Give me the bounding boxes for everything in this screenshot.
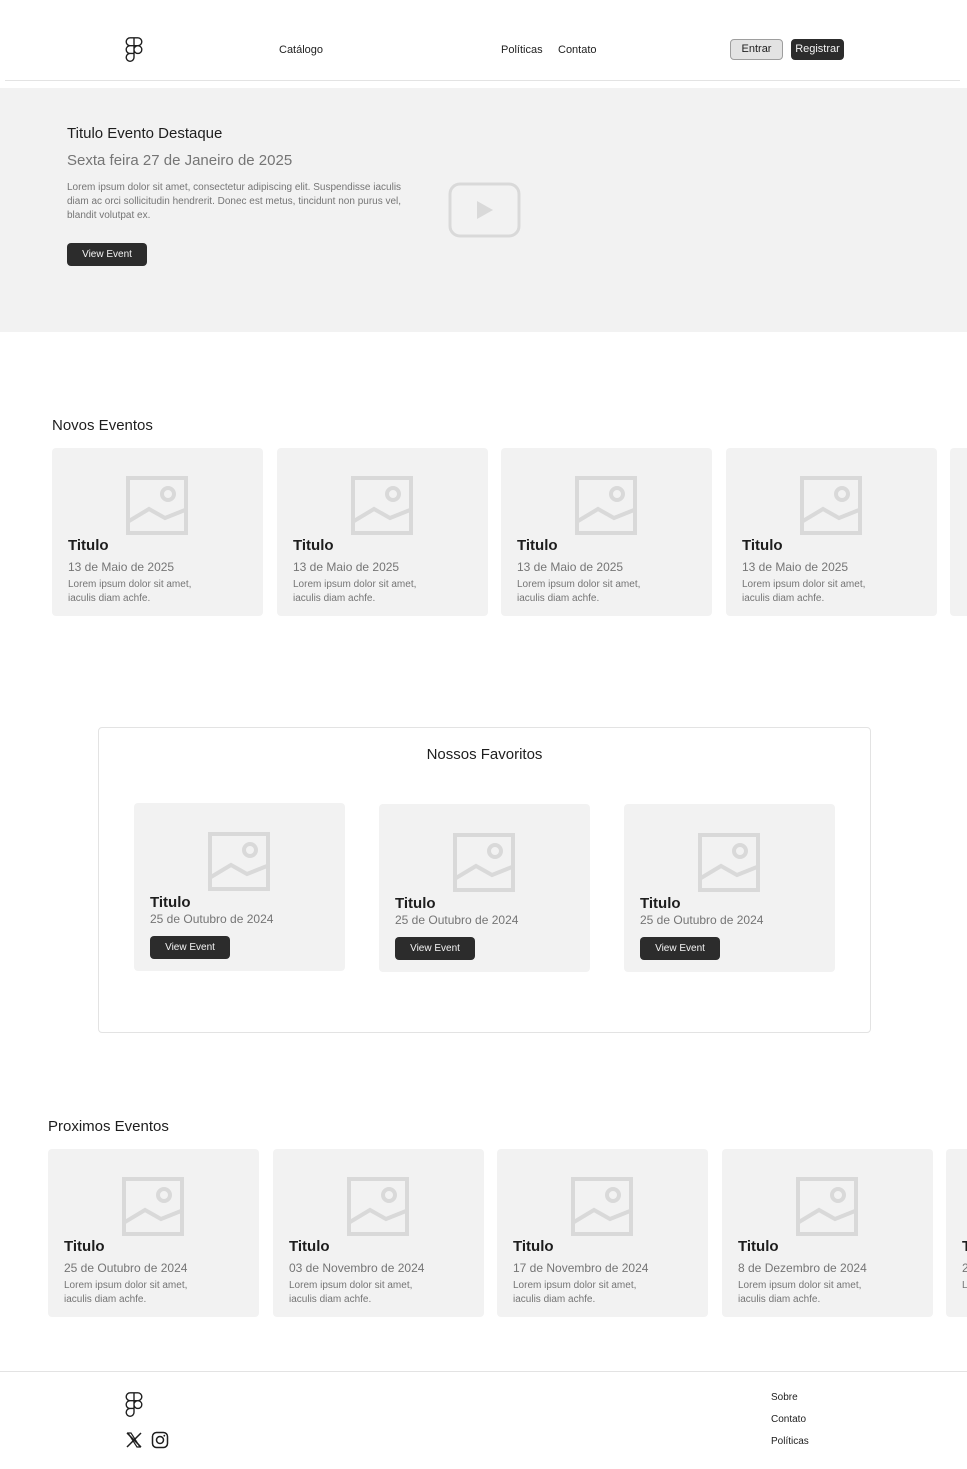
card-date: 13 de Maio de 2025 (517, 560, 624, 574)
card-title: Titulo (640, 895, 681, 912)
entrar-button[interactable]: Entrar (730, 39, 783, 60)
card-title: Titulo (738, 1238, 779, 1255)
favorite-card[interactable]: Titulo 25 de Outubro de 2024 View Event (624, 804, 835, 972)
card-description: Lorem ipsum dolor sit amet, iaculis diam… (513, 1280, 637, 1305)
card-date: 13 de Maio de 2025 (742, 560, 849, 574)
instagram-icon[interactable] (151, 1431, 169, 1449)
event-card-partial[interactable] (950, 448, 967, 616)
nav-politicas-link[interactable]: Políticas (501, 43, 543, 57)
novos-eventos-title: Novos Eventos (52, 417, 153, 434)
card-date: 13 de Maio de 2025 (68, 560, 175, 574)
figma-logo-icon[interactable] (124, 37, 144, 63)
card-title: Titulo (289, 1238, 330, 1255)
footer-link-sobre[interactable]: Sobre (771, 1392, 798, 1403)
card-title: Titulo (68, 537, 109, 554)
event-card[interactable]: Titulo 03 de Novembro de 2024 Lorem ipsu… (273, 1149, 484, 1317)
image-placeholder-icon (347, 1177, 409, 1236)
card-description: Lorem ipsum dolor sit amet, iaculis diam… (742, 579, 866, 604)
footer-link-contato[interactable]: Contato (771, 1414, 806, 1425)
card-title: Titulo (395, 895, 436, 912)
card-date: 25 de Outubro de 2024 (395, 913, 519, 927)
card-title: Titulo (513, 1238, 554, 1255)
card-date: 03 de Novembro de 2024 (289, 1261, 425, 1275)
card-description: Lorem ipsum dolor sit amet, iaculis diam… (289, 1280, 413, 1305)
card-description: Lorem ipsum dolor sit amet, iaculis diam… (68, 579, 192, 604)
event-card-partial[interactable]: T 2 L i (946, 1149, 967, 1317)
proximos-eventos-title: Proximos Eventos (48, 1118, 169, 1135)
card-title: Titulo (64, 1238, 105, 1255)
card-description: Lorem ipsum dolor sit amet, iaculis diam… (517, 579, 641, 604)
hero-view-event-button[interactable]: View Event (67, 243, 147, 266)
card-title: Titulo (293, 537, 334, 554)
image-placeholder-icon (208, 832, 270, 891)
card-date: 2 (962, 1261, 967, 1275)
favoritos-section: Nossos Favoritos Titulo 25 de Outubro de… (98, 727, 871, 1033)
image-placeholder-icon (126, 476, 188, 535)
view-event-button[interactable]: View Event (640, 937, 720, 960)
card-title: Titulo (517, 537, 558, 554)
card-title: Titulo (150, 894, 191, 911)
card-date: 25 de Outubro de 2024 (64, 1261, 188, 1275)
site-header: Catálogo Políticas Contato Entrar Regist… (0, 0, 967, 88)
event-card[interactable]: Titulo 8 de Dezembro de 2024 Lorem ipsum… (722, 1149, 933, 1317)
header-divider (5, 80, 960, 81)
image-placeholder-icon (575, 476, 637, 535)
card-description: L i (962, 1280, 967, 1291)
card-date: 25 de Outubro de 2024 (640, 913, 764, 927)
nav-contato-link[interactable]: Contato (558, 43, 597, 57)
registrar-button[interactable]: Registrar (791, 39, 844, 60)
view-event-button[interactable]: View Event (150, 936, 230, 959)
footer-divider (0, 1371, 967, 1372)
view-event-button[interactable]: View Event (395, 937, 475, 960)
image-placeholder-icon (800, 476, 862, 535)
card-date: 13 de Maio de 2025 (293, 560, 400, 574)
event-card[interactable]: Titulo 13 de Maio de 2025 Lorem ipsum do… (501, 448, 712, 616)
card-description: Lorem ipsum dolor sit amet, iaculis diam… (293, 579, 417, 604)
card-date: 25 de Outubro de 2024 (150, 912, 274, 926)
hero-date: Sexta feira 27 de Janeiro de 2025 (67, 152, 293, 169)
event-card[interactable]: Titulo 17 de Novembro de 2024 Lorem ipsu… (497, 1149, 708, 1317)
image-placeholder-icon (453, 833, 515, 892)
image-placeholder-icon (571, 1177, 633, 1236)
event-card[interactable]: Titulo 13 de Maio de 2025 Lorem ipsum do… (52, 448, 263, 616)
hero-title: Titulo Evento Destaque (67, 125, 223, 142)
event-card[interactable]: Titulo 13 de Maio de 2025 Lorem ipsum do… (726, 448, 937, 616)
card-date: 8 de Dezembro de 2024 (738, 1261, 867, 1275)
image-placeholder-icon (796, 1177, 858, 1236)
favorite-card[interactable]: Titulo 25 de Outubro de 2024 View Event (134, 803, 345, 971)
image-placeholder-icon (351, 476, 413, 535)
footer-link-politicas[interactable]: Políticas (771, 1436, 809, 1447)
event-card[interactable]: Titulo 13 de Maio de 2025 Lorem ipsum do… (277, 448, 488, 616)
card-title: Titulo (742, 537, 783, 554)
hero-description: Lorem ipsum dolor sit amet, consectetur … (67, 182, 402, 221)
card-date: 17 de Novembro de 2024 (513, 1261, 649, 1275)
nav-catalogo-link[interactable]: Catálogo (279, 43, 323, 57)
play-icon[interactable] (448, 182, 521, 238)
favoritos-title: Nossos Favoritos (426, 746, 543, 763)
featured-event-hero: Titulo Evento Destaque Sexta feira 27 de… (0, 88, 967, 332)
event-card[interactable]: Titulo 25 de Outubro de 2024 Lorem ipsum… (48, 1149, 259, 1317)
image-placeholder-icon (698, 833, 760, 892)
figma-logo-icon[interactable] (124, 1392, 144, 1418)
image-placeholder-icon (122, 1177, 184, 1236)
favorite-card[interactable]: Titulo 25 de Outubro de 2024 View Event (379, 804, 590, 972)
x-icon[interactable] (125, 1431, 143, 1449)
card-description: Lorem ipsum dolor sit amet, iaculis diam… (738, 1280, 862, 1305)
card-description: Lorem ipsum dolor sit amet, iaculis diam… (64, 1280, 188, 1305)
card-title: T (962, 1238, 967, 1255)
